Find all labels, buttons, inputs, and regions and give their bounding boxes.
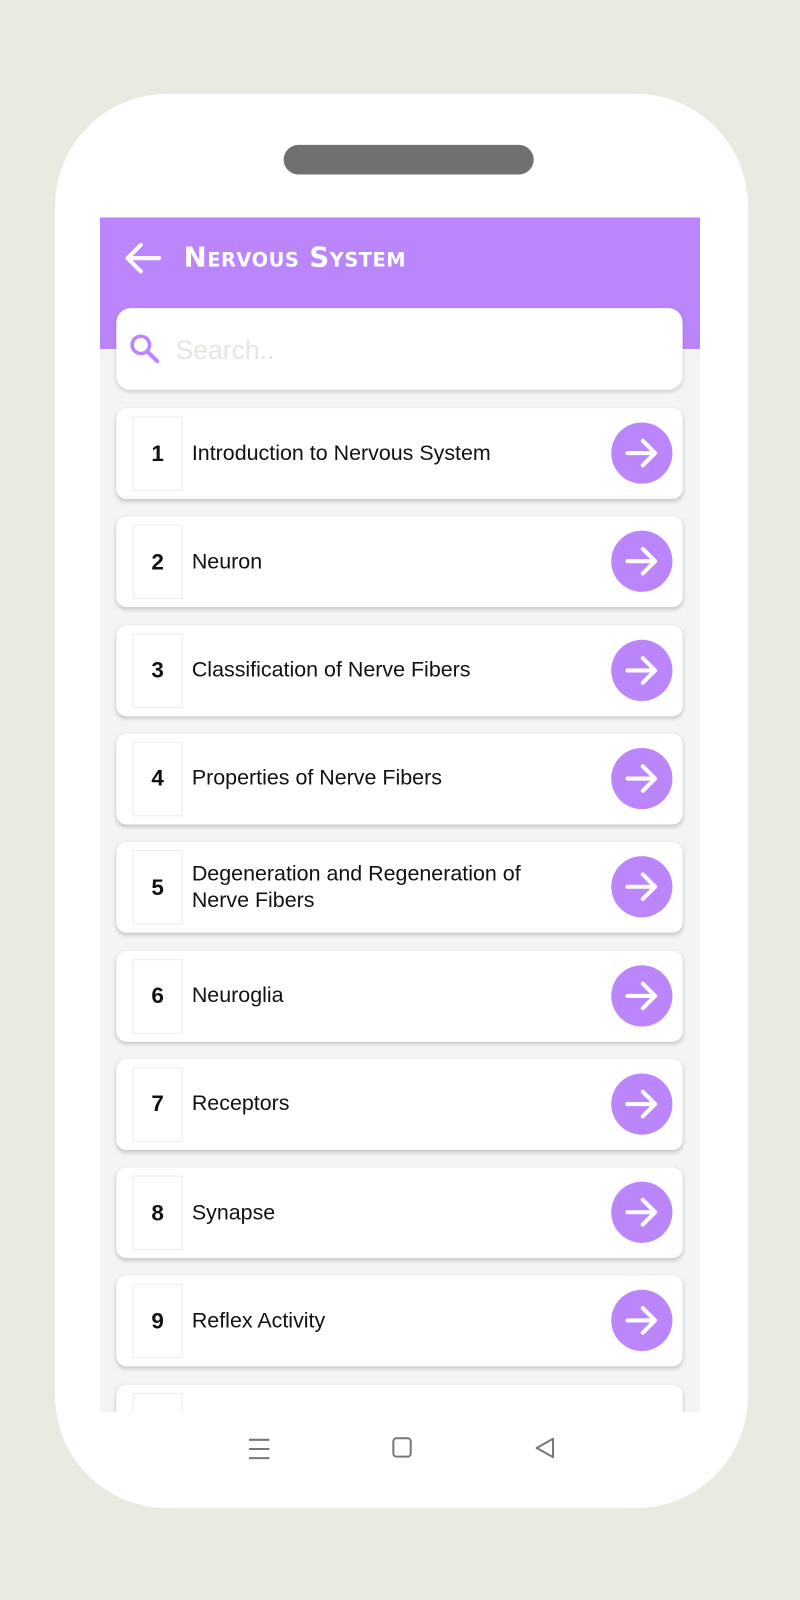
chapter-item-partial[interactable] bbox=[116, 1384, 683, 1413]
chapter-number: 6 bbox=[132, 958, 183, 1034]
open-chapter-button[interactable] bbox=[611, 422, 673, 484]
menu-icon[interactable] bbox=[248, 1437, 270, 1461]
arrow-right-icon bbox=[625, 655, 658, 685]
open-chapter-button[interactable] bbox=[611, 639, 673, 701]
search-input[interactable] bbox=[173, 326, 668, 374]
arrow-right-icon bbox=[625, 1198, 658, 1227]
chapter-number: 1 bbox=[132, 416, 183, 491]
arrow-right-icon bbox=[625, 438, 658, 468]
chapter-title: Neuron bbox=[191, 549, 263, 574]
arrow-right-icon bbox=[625, 764, 658, 793]
chapter-number: 4 bbox=[132, 741, 183, 817]
arrow-right-icon bbox=[625, 981, 658, 1010]
chapter-item[interactable]: 8 Synapse bbox=[116, 1167, 683, 1259]
back-triangle-icon[interactable] bbox=[535, 1437, 555, 1459]
chapter-number-box bbox=[132, 1392, 183, 1413]
arrow-left-icon bbox=[125, 242, 162, 274]
chapter-title: Receptors bbox=[191, 1092, 290, 1116]
search-bar[interactable] bbox=[116, 308, 683, 390]
app-screen: Nervous System 1 Introduction to Nervous … bbox=[99, 217, 700, 1413]
open-chapter-button[interactable] bbox=[611, 964, 673, 1027]
chapter-title: Neuroglia bbox=[191, 983, 284, 1008]
chapter-number: 7 bbox=[132, 1067, 183, 1142]
chapter-number: 9 bbox=[132, 1284, 183, 1359]
arrow-right-icon bbox=[625, 872, 658, 902]
chapter-item[interactable]: 7 Receptors bbox=[116, 1058, 683, 1150]
home-square-icon[interactable] bbox=[392, 1437, 412, 1459]
open-chapter-button[interactable] bbox=[611, 1073, 673, 1135]
arrow-right-icon bbox=[625, 1306, 658, 1336]
open-chapter-button[interactable] bbox=[611, 530, 673, 593]
chapter-title: Reflex Activity bbox=[191, 1309, 326, 1333]
chapter-item[interactable]: 9 Reflex Activity bbox=[116, 1275, 683, 1367]
chapter-item[interactable]: 2 Neuron bbox=[116, 516, 683, 608]
chapter-title: Introduction to Nervous System bbox=[191, 441, 491, 465]
open-chapter-button[interactable] bbox=[611, 856, 673, 918]
open-chapter-button[interactable] bbox=[611, 1290, 673, 1352]
chapter-item[interactable]: 6 Neuroglia bbox=[116, 950, 683, 1042]
open-chapter-button[interactable] bbox=[611, 1181, 673, 1243]
chapter-title: Degeneration and Regeneration of Nerve F… bbox=[191, 861, 521, 912]
chapter-item[interactable]: 3 Classification of Nerve Fibers bbox=[116, 625, 683, 716]
open-chapter-button[interactable] bbox=[611, 747, 673, 810]
system-nav-bar bbox=[100, 1412, 700, 1494]
chapter-title: Properties of Nerve Fibers bbox=[191, 766, 442, 791]
chapter-title: Classification of Nerve Fibers bbox=[191, 658, 471, 682]
back-button[interactable] bbox=[122, 240, 163, 277]
chapter-item[interactable]: 1 Introduction to Nervous System bbox=[116, 408, 683, 499]
chapter-title: Synapse bbox=[191, 1200, 276, 1225]
arrow-right-icon bbox=[625, 1089, 658, 1119]
chapter-number: 5 bbox=[132, 850, 183, 925]
phone-speaker bbox=[283, 144, 534, 175]
chapter-number: 2 bbox=[132, 524, 183, 600]
page-title: Nervous System bbox=[183, 241, 407, 274]
chapter-item[interactable]: 4 Properties of Nerve Fibers bbox=[116, 733, 683, 825]
chapter-number: 8 bbox=[132, 1175, 183, 1251]
search-icon bbox=[130, 334, 160, 364]
chapter-number: 3 bbox=[132, 633, 183, 708]
chapter-item[interactable]: 5 Degeneration and Regeneration of Nerve … bbox=[116, 842, 683, 933]
arrow-right-icon bbox=[625, 547, 658, 576]
